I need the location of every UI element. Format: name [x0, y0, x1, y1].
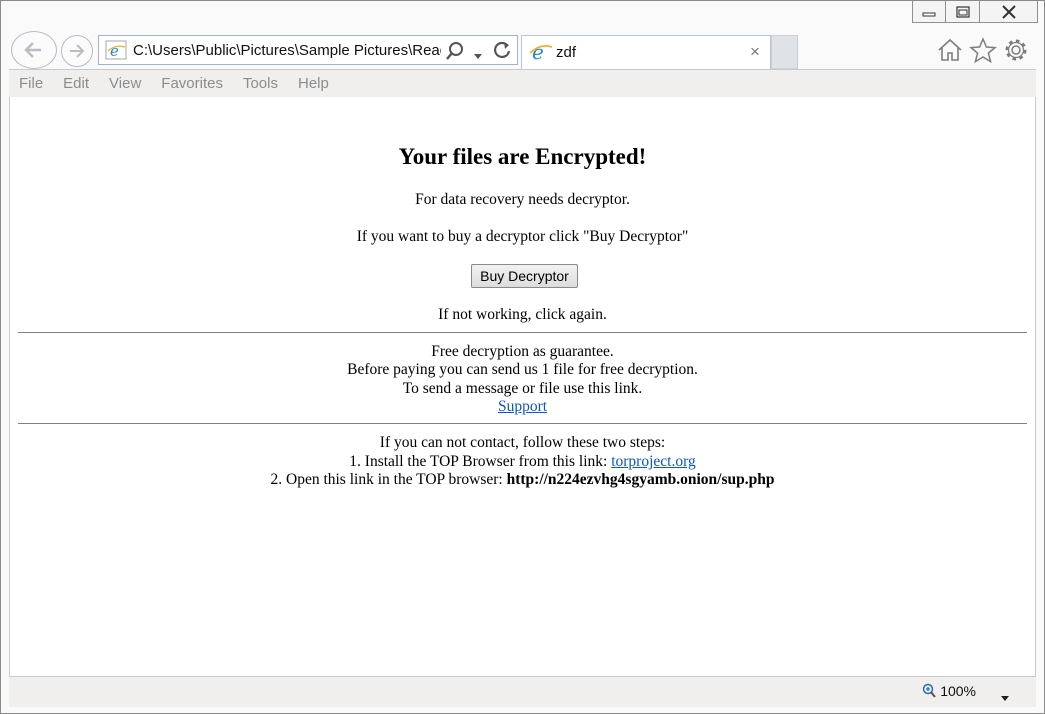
buy-instruction-text: If you want to buy a decryptor click "Bu… — [356, 228, 689, 245]
svg-text:e: e — [110, 42, 119, 60]
restore-button[interactable] — [946, 1, 980, 23]
step-2-text: 2. Open this link in the TOP browser: — [270, 471, 507, 488]
refresh-icon[interactable] — [492, 40, 512, 64]
browser-window: e C:\Users\Public\Pictures\Sample Pictur… — [0, 0, 1045, 714]
back-arrow-icon — [24, 42, 41, 58]
retry-text: If not working, click again. — [438, 306, 607, 323]
address-url[interactable]: C:\Users\Public\Pictures\Sample Pictures… — [133, 42, 441, 59]
menu-edit[interactable]: Edit — [53, 75, 99, 92]
forward-button[interactable] — [61, 35, 93, 67]
tab-title: zdf — [556, 44, 577, 61]
buy-decryptor-button[interactable]: Buy Decryptor — [471, 264, 578, 288]
zoom-icon — [922, 683, 936, 698]
status-bar: 100% — [9, 676, 1036, 707]
menu-bar: File Edit View Favorites Tools Help — [9, 69, 1036, 98]
settings-gear-icon[interactable] — [1002, 37, 1030, 67]
restore-icon — [955, 5, 970, 18]
divider-2 — [18, 423, 1027, 424]
minimize-button[interactable] — [912, 1, 946, 23]
window-caption-buttons — [912, 1, 1038, 23]
steps-intro: If you can not contact, follow these two… — [379, 434, 666, 451]
navigation-bar: e C:\Users\Public\Pictures\Sample Pictur… — [1, 31, 1044, 69]
page-heading: Your files are Encrypted! — [398, 144, 647, 169]
menu-tools[interactable]: Tools — [233, 75, 288, 92]
forward-arrow-icon — [70, 44, 85, 58]
step-1-text: 1. Install the TOP Browser from this lin… — [349, 453, 612, 470]
support-link[interactable]: Support — [498, 398, 547, 415]
zoom-level: 100% — [940, 683, 976, 699]
step-2: 2. Open this link in the TOP browser: ht… — [10, 471, 1035, 490]
zoom-control[interactable]: 100% — [921, 683, 976, 699]
torproject-link[interactable]: torproject.org — [611, 453, 696, 470]
menu-file[interactable]: File — [9, 75, 53, 92]
menu-view[interactable]: View — [99, 75, 151, 92]
close-window-button[interactable] — [980, 1, 1038, 23]
support-line: Support — [10, 398, 1035, 417]
guarantee-text: Free decryption as guarantee. — [431, 343, 614, 360]
close-icon — [1001, 4, 1016, 19]
menu-help[interactable]: Help — [288, 75, 339, 92]
back-button[interactable] — [11, 31, 57, 69]
favorites-star-icon[interactable] — [969, 37, 997, 67]
tab-close-button[interactable]: × — [750, 42, 760, 62]
free-file-text: Before paying you can send us 1 file for… — [347, 361, 698, 378]
message-text: To send a message or file use this link. — [402, 380, 643, 397]
recovery-text: For data recovery needs decryptor. — [415, 191, 630, 208]
svg-text:e: e — [532, 41, 544, 63]
divider-1 — [18, 332, 1027, 333]
home-icon[interactable] — [936, 37, 964, 67]
page-content: Your files are Encrypted! For data recov… — [9, 97, 1036, 677]
minimize-icon — [922, 12, 936, 16]
ie-page-icon: e — [105, 40, 127, 64]
address-bar[interactable]: e C:\Users\Public\Pictures\Sample Pictur… — [98, 35, 518, 65]
new-tab-button[interactable] — [771, 35, 798, 69]
tab-zdf[interactable]: e zdf × — [521, 35, 771, 69]
menu-favorites[interactable]: Favorites — [151, 75, 233, 92]
address-dropdown-icon[interactable] — [473, 46, 483, 65]
zoom-dropdown-icon[interactable] — [1000, 688, 1010, 707]
onion-url: http://n224ezvhg4sgyamb.onion/sup.php — [506, 471, 775, 488]
ie-logo-icon: e — [529, 40, 553, 67]
step-1: 1. Install the TOP Browser from this lin… — [10, 453, 1035, 472]
search-icon[interactable] — [445, 41, 465, 65]
